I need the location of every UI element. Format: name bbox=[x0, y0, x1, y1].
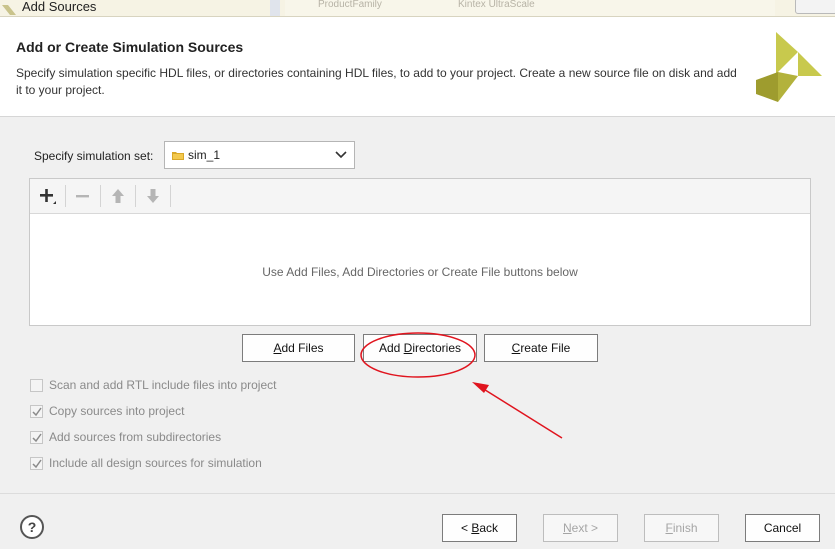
mnemonic: C bbox=[511, 341, 521, 355]
table-toolbar bbox=[30, 179, 810, 214]
toolbar-separator bbox=[170, 185, 171, 207]
help-button[interactable]: ? bbox=[20, 515, 44, 539]
simulation-set-value: sim_1 bbox=[188, 148, 221, 162]
add-icon[interactable] bbox=[38, 187, 56, 205]
folder-icon bbox=[172, 152, 184, 160]
button-label: < bbox=[460, 521, 472, 535]
simulation-set-label: Specify simulation set: bbox=[34, 149, 154, 163]
toolbar-separator bbox=[100, 185, 101, 207]
wizard-header: Add or Create Simulation Sources Specify… bbox=[0, 17, 835, 117]
sources-table[interactable]: Use Add Files, Add Directories or Create… bbox=[29, 178, 811, 326]
finish-button[interactable]: Finish bbox=[644, 514, 719, 542]
button-label: dd Files bbox=[281, 341, 324, 355]
background-window-fragment: ProductFamily Kintex UltraScale bbox=[285, 0, 775, 16]
mnemonic: N bbox=[562, 521, 572, 535]
option-label: Add sources from subdirectories bbox=[49, 430, 222, 444]
checkbox bbox=[30, 431, 43, 444]
close-button[interactable] bbox=[795, 0, 835, 14]
window-title: Add Sources bbox=[22, 0, 97, 14]
simulation-set-dropdown[interactable]: sim_1 bbox=[164, 141, 355, 169]
checkmark-icon bbox=[32, 459, 42, 469]
page-title: Add or Create Simulation Sources bbox=[16, 39, 244, 55]
background-text: Kintex UltraScale bbox=[458, 0, 535, 10]
checkmark-icon bbox=[32, 407, 42, 417]
checkbox bbox=[30, 405, 43, 418]
checkbox bbox=[30, 457, 43, 470]
button-label: irectories bbox=[412, 341, 462, 355]
option-label: Scan and add RTL include files into proj… bbox=[49, 378, 277, 392]
move-down-icon[interactable] bbox=[144, 187, 162, 205]
remove-icon[interactable] bbox=[74, 187, 92, 205]
page-description: Specify simulation specific HDL files, o… bbox=[16, 66, 737, 97]
background-window-fragment bbox=[270, 0, 280, 16]
chevron-down-icon bbox=[335, 151, 347, 159]
toolbar-separator bbox=[65, 185, 66, 207]
button-label: Add bbox=[378, 341, 404, 355]
toolbar-separator bbox=[135, 185, 136, 207]
back-button[interactable]: < Back bbox=[442, 514, 517, 542]
next-button[interactable]: Next > bbox=[543, 514, 618, 542]
button-label: ext > bbox=[571, 521, 599, 535]
button-label: reate File bbox=[520, 341, 571, 355]
create-file-button[interactable]: Create File bbox=[484, 334, 598, 362]
option-label: Include all design sources for simulatio… bbox=[49, 456, 262, 470]
empty-table-message: Use Add Files, Add Directories or Create… bbox=[262, 265, 578, 279]
vivado-logo-icon bbox=[756, 32, 822, 102]
footer-divider bbox=[0, 493, 835, 494]
mnemonic: F bbox=[665, 521, 673, 535]
option-label: Copy sources into project bbox=[49, 404, 185, 418]
title-bar: Add Sources ProductFamily Kintex UltraSc… bbox=[0, 0, 835, 17]
background-text: ProductFamily bbox=[318, 0, 382, 10]
add-files-button[interactable]: Add Files bbox=[242, 334, 355, 362]
app-icon bbox=[2, 5, 16, 15]
checkbox bbox=[30, 379, 43, 392]
add-directories-button[interactable]: Add Directories bbox=[363, 334, 477, 362]
cancel-button[interactable]: Cancel bbox=[745, 514, 820, 542]
move-up-icon[interactable] bbox=[109, 187, 127, 205]
button-label: inish bbox=[672, 521, 698, 535]
checkmark-icon bbox=[32, 433, 42, 443]
button-label: ack bbox=[479, 521, 499, 535]
